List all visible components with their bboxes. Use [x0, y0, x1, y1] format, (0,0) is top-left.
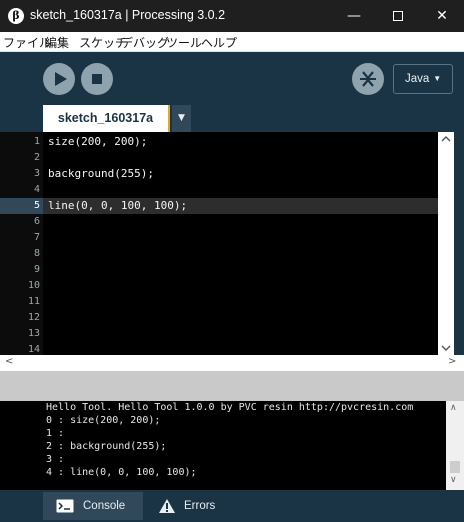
line-number-gutter: 1 2 3 4 5 6 7 8 9 10 11 12 13 14: [0, 132, 43, 355]
scroll-up-icon[interactable]: ∧: [450, 403, 457, 413]
scroll-left-icon[interactable]: <: [5, 356, 13, 367]
warning-icon: [159, 499, 175, 513]
play-icon: [55, 72, 67, 86]
processing-app-icon: β: [8, 8, 24, 24]
console-line: 0 : size(200, 200);: [46, 415, 161, 426]
line-number: 4: [33, 184, 40, 195]
line-number: 10: [27, 280, 40, 291]
toolbar: Java ▼: [0, 52, 464, 105]
code-editor: 1 2 3 4 5 6 7 8 9 10 11 12 13 14 size(20…: [0, 132, 464, 355]
console-line: 2 : background(255);: [46, 441, 167, 452]
menu-sketch[interactable]: スケッチ: [79, 34, 127, 51]
menu-bar: ファイル 編集 スケッチ デバッグ ツール ヘルプ: [0, 32, 464, 52]
maximize-button[interactable]: [376, 0, 420, 32]
scroll-down-icon: [441, 345, 451, 351]
console-output: Hello Tool. Hello Tool 1.0.0 by PVC resi…: [0, 401, 446, 490]
maximize-icon: [393, 11, 403, 21]
line-number: 11: [27, 296, 40, 307]
scroll-down-icon[interactable]: ∨: [450, 475, 457, 485]
console-line: 1 :: [46, 428, 65, 439]
line-number: 13: [27, 328, 40, 339]
tab-menu-button[interactable]: ▼: [172, 105, 191, 132]
menu-debug[interactable]: デバッグ: [121, 34, 169, 51]
line-number: 7: [33, 232, 40, 243]
console-icon: [56, 499, 74, 513]
editor-horizontal-scrollbar[interactable]: < >: [0, 355, 464, 371]
code-line[interactable]: size(200, 200);: [48, 134, 147, 150]
line-number: 3: [33, 168, 40, 179]
run-button[interactable]: [43, 63, 75, 95]
window-title: sketch_160317a | Processing 3.0.2: [30, 8, 226, 22]
code-line[interactable]: line(0, 0, 100, 100);: [48, 198, 187, 214]
menu-file[interactable]: ファイル: [3, 34, 51, 51]
line-number-current: 5: [0, 198, 43, 214]
scrollbar-arrows: [441, 136, 451, 351]
code-line[interactable]: background(255);: [48, 166, 154, 182]
editor-vertical-scrollbar[interactable]: [438, 132, 454, 355]
chevron-down-icon: ▼: [433, 74, 442, 83]
chevron-down-icon: ▼: [178, 113, 185, 123]
line-number: 6: [33, 216, 40, 227]
debugger-icon: [360, 71, 376, 87]
title-bar: β sketch_160317a | Processing 3.0.2 — ✕: [0, 0, 464, 32]
console-tab-label: Console: [83, 500, 126, 512]
tab-label: sketch_160317a: [57, 111, 154, 125]
line-number: 1: [33, 136, 40, 147]
tab-sketch[interactable]: sketch_160317a: [43, 105, 170, 132]
sketch-tabs: sketch_160317a ▼: [0, 105, 464, 132]
close-icon: ✕: [436, 8, 448, 24]
stop-button[interactable]: [81, 63, 113, 95]
menu-help[interactable]: ヘルプ: [201, 34, 237, 51]
mode-selector[interactable]: Java ▼: [393, 64, 453, 94]
scroll-right-icon[interactable]: >: [448, 356, 456, 367]
message-area: [0, 371, 464, 401]
menu-tools[interactable]: ツール: [166, 34, 202, 51]
errors-tab-label: Errors: [184, 500, 216, 512]
line-number: 9: [33, 264, 40, 275]
mode-label: Java: [405, 73, 430, 85]
app-icon-glyph: β: [12, 9, 20, 22]
close-button[interactable]: ✕: [420, 0, 464, 32]
console-line: 4 : line(0, 0, 100, 100);: [46, 467, 197, 478]
console-line: Hello Tool. Hello Tool 1.0.0 by PVC resi…: [46, 402, 414, 413]
line-number: 12: [27, 312, 40, 323]
code-text-area[interactable]: size(200, 200); background(255); line(0,…: [43, 132, 438, 355]
console-line: 3 :: [46, 454, 65, 465]
menu-edit[interactable]: 編集: [45, 34, 69, 51]
line-number: 2: [33, 152, 40, 163]
stop-icon: [92, 74, 102, 84]
minimize-icon: —: [347, 8, 361, 24]
debugger-button[interactable]: [352, 63, 384, 95]
tab-errors[interactable]: Errors: [146, 492, 234, 520]
tab-console[interactable]: Console: [43, 492, 143, 520]
minimize-button[interactable]: —: [332, 0, 376, 32]
scroll-up-icon: [441, 136, 451, 142]
footer-tabs: Console Errors: [0, 490, 464, 522]
console-scroll-thumb[interactable]: [450, 461, 460, 473]
console-scrollbar[interactable]: ∧ ∨: [446, 401, 464, 490]
editor-right-margin: [454, 132, 464, 355]
line-number: 8: [33, 248, 40, 259]
